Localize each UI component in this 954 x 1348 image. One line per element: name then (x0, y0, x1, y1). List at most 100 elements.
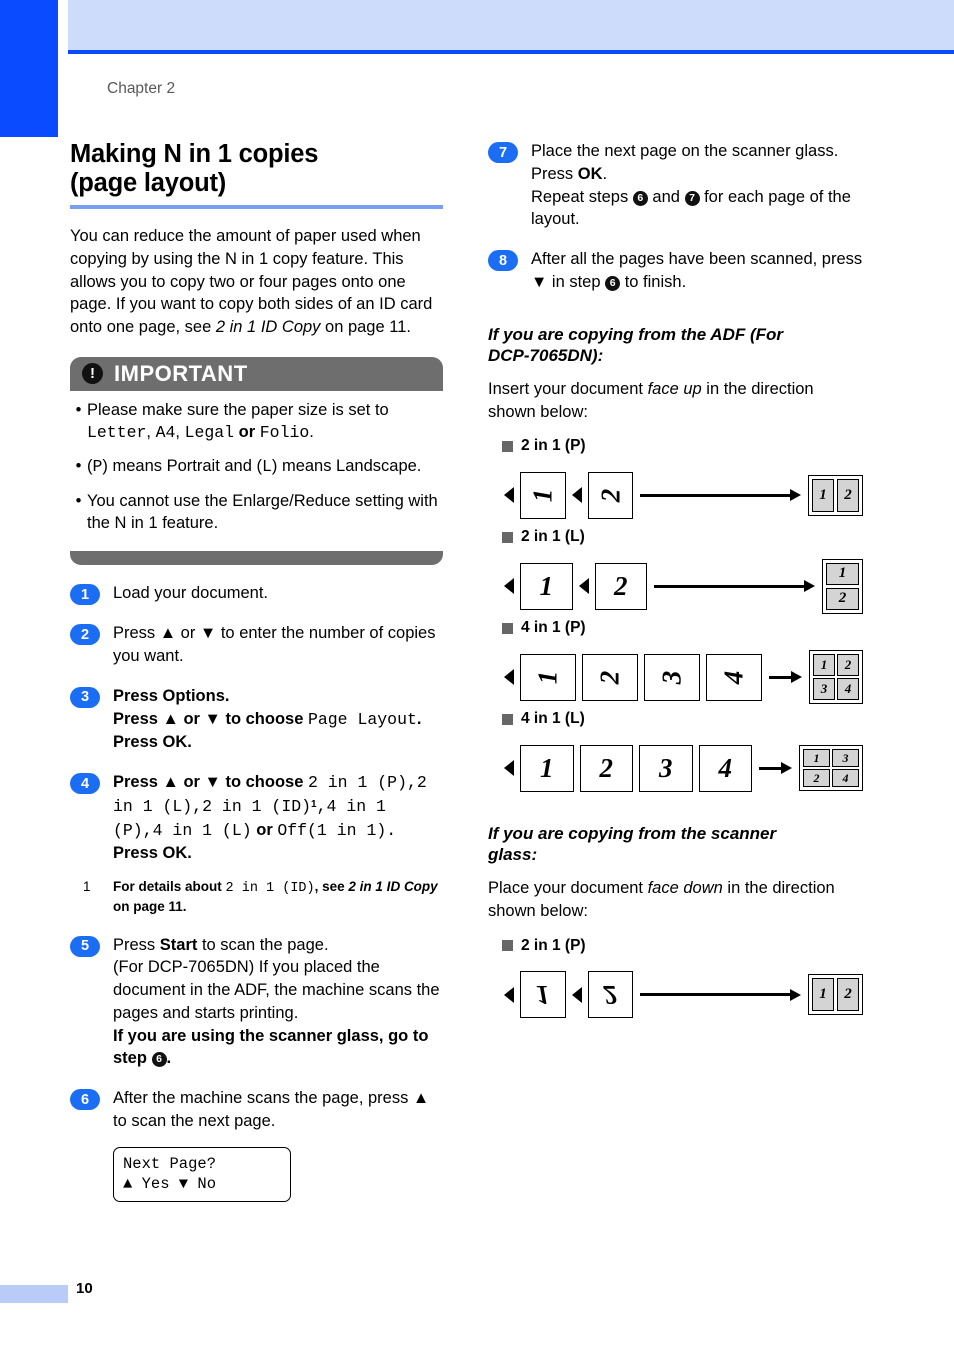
important-body: • Please make sure the paper size is set… (70, 391, 443, 551)
important-item: • Please make sure the paper size is set… (70, 399, 443, 445)
output-cell: 3 (832, 749, 859, 768)
left-column: Making N in 1 copies (page layout) You c… (70, 140, 445, 1203)
sheet-number: 2 (603, 980, 618, 1011)
step-7: 7 Place the next page on the scanner gla… (488, 140, 863, 231)
output-cell: 4 (832, 769, 859, 788)
input-sheet: 1 (520, 971, 566, 1019)
step-1: 1 Load your document. (70, 582, 445, 606)
process-arrow-icon (769, 671, 802, 684)
process-arrow-icon (640, 988, 801, 1001)
feed-direction-arrow-icon (571, 487, 582, 504)
chapter-tab-marker (0, 0, 58, 137)
right-column: 7 Place the next page on the scanner gla… (488, 140, 863, 1028)
important-header: ! IMPORTANT (70, 356, 443, 391)
diagram-label-text: 4 in 1 (L) (521, 710, 585, 728)
step-text: Press Options. Press ▲ or ▼ to choose Pa… (113, 686, 422, 752)
input-sheet: 4 (706, 653, 762, 701)
input-sheet: 2 (582, 653, 638, 701)
sheet-number: 2 (594, 488, 625, 503)
step-4: 4 Press ▲ or ▼ to choose 2 in 1 (P),2 in… (70, 771, 445, 865)
diagram-row: 1212 (498, 968, 863, 1022)
adf-diagram: 4 in 1 (L) 1 2 3 4 1 3 2 4 (488, 710, 863, 795)
step-3: 3 Press Options. Press ▲ or ▼ to choose … (70, 685, 445, 754)
sheet-number: 2 (599, 752, 614, 783)
input-sheet: 1 (520, 653, 576, 701)
step-number-badge: 3 (70, 686, 100, 708)
adf-section-heading: If you are copying from the ADF (For DCP… (488, 324, 783, 365)
sheet-number: 1 (539, 570, 554, 601)
output-page-preview: 1234 (809, 650, 863, 705)
step-ref-dot: 6 (605, 275, 621, 291)
square-bullet-icon (502, 531, 513, 543)
page-title-line1: Making N in 1 copies (70, 140, 319, 168)
option-off-1in1: Off(1 in 1) (277, 820, 387, 840)
input-sheet: 1 (520, 744, 574, 792)
ok-button-ref: OK (162, 844, 188, 863)
diagram-row: 1212 (498, 468, 863, 522)
step-5: 5 Press Start to scan the page. (For DCP… (70, 934, 445, 1071)
adf-diagram: 4 in 1 (P) 1 2 3 4 1 2 3 4 (488, 619, 863, 705)
step-number-badge: 8 (488, 250, 518, 272)
step-text: Load your document. (113, 584, 269, 603)
process-arrow-icon (759, 762, 792, 775)
important-footer-bar (70, 551, 443, 566)
step-ref-dot: 6 (632, 190, 648, 206)
chapter-label: Chapter 2 (107, 80, 176, 97)
diagram-row: 1212 (498, 558, 863, 614)
step-ref-dot: 6 (151, 1052, 167, 1068)
input-sheet: 2 (594, 562, 647, 610)
output-cell: 1 (812, 978, 834, 1012)
adf-diagram: 2 in 1 (L) 1 2 1 2 (488, 528, 863, 614)
header-band (68, 0, 954, 50)
output-cell-row: 24 (803, 769, 859, 788)
output-cell-row: 34 (813, 678, 859, 701)
output-cell: 1 (803, 749, 830, 768)
process-arrow-icon (654, 580, 815, 593)
important-item-text: You cannot use the Enlarge/Reduce settin… (87, 491, 438, 533)
footer-tab-marker (0, 1285, 68, 1303)
step-number-badge: 2 (70, 624, 100, 646)
input-sheet: 3 (639, 744, 693, 792)
diagram-label: 2 in 1 (P) (502, 437, 863, 455)
sheet-number: 2 (594, 670, 625, 685)
glass-section-intro: Place your document face down in the dir… (488, 879, 835, 921)
output-page-preview: 12 (822, 558, 863, 614)
intro-paragraph: You can reduce the amount of paper used … (70, 225, 445, 339)
options-button-ref: Options (162, 686, 225, 705)
footnote: 1 For details about 2 in 1 (ID), see 2 i… (70, 878, 445, 916)
adf-diagram-group: 2 in 1 (P) 1 2 1 2 2 in 1 (L) 1 2 1 2 4 in 1 (P) 1 2… (488, 437, 863, 795)
step-number-badge: 7 (488, 142, 518, 163)
intro-text-b: on page 11. (320, 318, 411, 337)
step-text: Press ▲ or ▼ to enter the number of copi… (113, 624, 436, 666)
output-cell: 2 (837, 978, 859, 1012)
important-callout: ! IMPORTANT • Please make sure the paper… (70, 356, 443, 566)
sheet-number: 4 (718, 670, 749, 685)
feed-direction-arrow-icon (504, 578, 514, 595)
output-cell: 1 (813, 654, 835, 677)
feed-direction-arrow-icon (504, 669, 514, 686)
sheet-number: 1 (540, 752, 554, 783)
bullet-icon: • (75, 457, 82, 476)
glass-diagram: 2 in 1 (P) 1 2 1 2 (488, 937, 863, 1022)
ok-button-ref: OK (162, 733, 188, 752)
diagram-label: 4 in 1 (P) (502, 619, 863, 637)
start-button-ref: Start (159, 935, 198, 954)
page-title-line2: (page layout) (70, 169, 227, 198)
square-bullet-icon (502, 622, 513, 634)
output-page-preview: 12 (808, 474, 863, 516)
input-sheet: 3 (644, 653, 700, 701)
output-cell: 1 (812, 478, 834, 512)
square-bullet-icon (502, 940, 513, 952)
output-cell: 4 (837, 678, 859, 701)
process-arrow-icon (640, 489, 801, 502)
title-underline (70, 205, 443, 210)
output-cell: 1 (826, 562, 859, 585)
page-number: 10 (76, 1280, 93, 1297)
paper-size-a4: A4 (155, 423, 176, 443)
feed-direction-arrow-icon (578, 578, 589, 595)
output-cell: 3 (813, 678, 835, 701)
paper-size-legal: Legal (184, 423, 235, 443)
important-item-lead: Please make sure the paper size is set t… (87, 400, 389, 419)
square-bullet-icon (502, 440, 513, 452)
footnote-ref-title: 2 in 1 ID Copy (348, 879, 438, 895)
